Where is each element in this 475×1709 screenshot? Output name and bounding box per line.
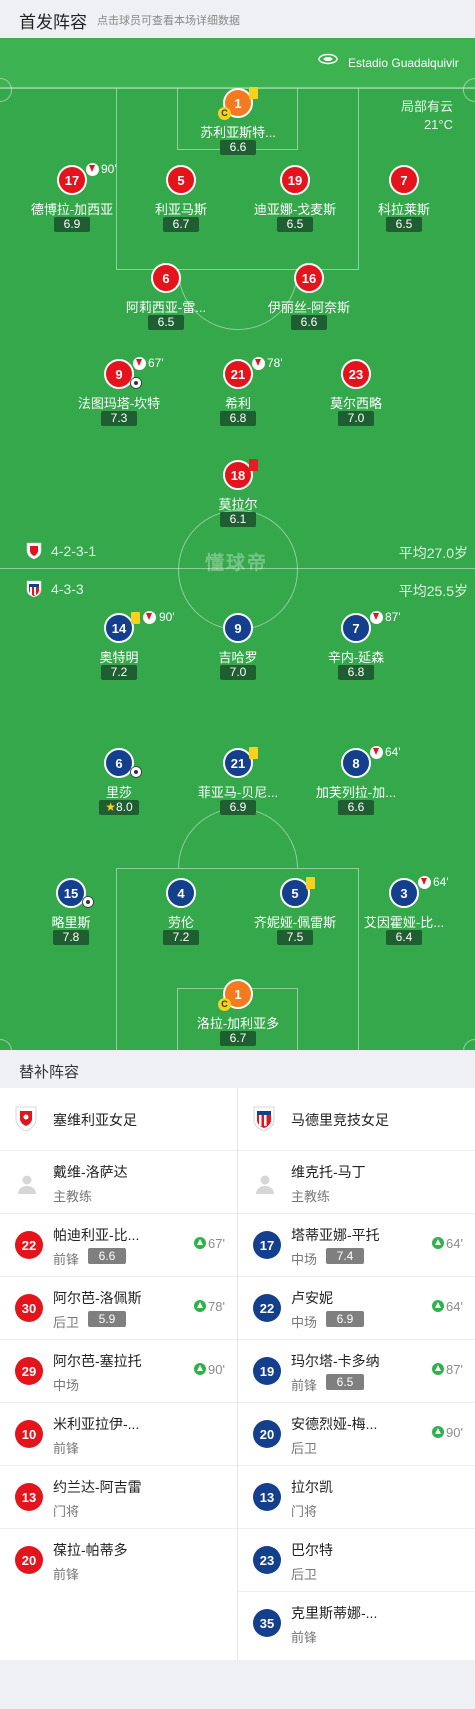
weather-temperature: 21°C [423,117,453,132]
player-home[interactable]: 5 利亚马斯 6.7 [126,165,236,235]
best-player-rating: ★8.0 [99,800,139,815]
sub-on-minute: 87' [432,1362,463,1377]
sub-on-icon [194,1237,207,1249]
yellow-card-icon [306,877,315,889]
player-away[interactable]: 7 87' 辛内-延森 6.8 [301,610,411,683]
sub-on-icon [432,1363,445,1375]
player-home[interactable]: 7 科拉莱斯 6.5 [349,165,459,235]
sub-on-icon [194,1363,207,1375]
sub-on-minute: 90' [432,1425,463,1440]
bench-player-away[interactable]: 22 卢安妮 中场 6.9 64' [238,1277,475,1340]
sub-on-minute: 78' [194,1299,225,1314]
sub-on-icon [432,1300,445,1312]
player-away[interactable]: 21 菲亚马-贝尼... 6.9 [183,747,293,818]
player-away[interactable]: 8 64' 加芙列拉-加... 6.6 [301,745,411,818]
section-hint: 点击球员可查看本场详细数据 [97,15,240,27]
sub-on-minute: 64' [432,1299,463,1314]
sub-off-icon [370,746,383,759]
stadium-bar: Estadio Guadalquivir [0,38,475,88]
bench-title: 替补阵容 [19,1064,80,1081]
atletico-crest-icon [253,1106,275,1132]
yellow-card-icon [131,612,140,624]
bench-player-away[interactable]: 20 安德烈娅-梅... 后卫 90' [238,1403,475,1466]
avatar-icon [256,1175,274,1194]
player-home[interactable]: 6 阿莉西亚-雷... 6.5 [111,263,221,333]
sub-off-icon [418,876,431,889]
home-average-age: 平均27.0岁 [398,545,468,561]
sub-off-icon [133,357,146,370]
avatar-icon [18,1175,36,1194]
red-card-icon [249,459,258,471]
star-icon: ★ [105,800,117,814]
player-away[interactable]: 15 略里斯 7.8 [16,878,126,948]
away-average-age: 平均25.5岁 [398,583,468,599]
sub-on-icon [432,1426,445,1438]
goal-ball-icon [130,377,142,389]
atletico-crest-icon [26,580,42,598]
bench-player-away[interactable]: 17 塔蒂亚娜-平托 中场 7.4 64' [238,1214,475,1277]
sub-on-icon [194,1300,207,1312]
weather-condition: 局部有云 [400,99,453,114]
sub-on-minute: 64' [432,1236,463,1251]
lineup-header: 首发阵容 点击球员可查看本场详细数据 [0,0,475,38]
sevilla-crest-icon [15,1106,37,1132]
player-away[interactable]: 9 吉哈罗 7.0 [183,613,293,683]
pitch: Estadio Guadalquivir 懂球帝 局部有云 21°C 4-2-3… [0,38,475,1050]
yellow-card-icon [249,87,258,99]
bench-player-home[interactable]: 10 米利亚拉伊-... 前锋 [0,1403,237,1466]
player-home[interactable]: 21 78' 希利 6.8 [183,356,293,429]
player-home[interactable]: 23 莫尔西略 7.0 [301,359,411,429]
sub-off-icon [86,163,99,176]
sub-on-minute: 67' [194,1236,225,1251]
player-away[interactable]: 3 64' 艾因霍娅-比... 6.4 [349,875,459,948]
goal-ball-icon [130,766,142,778]
home-team-header: 塞维利亚女足 [0,1088,237,1151]
sub-off-icon [143,611,156,624]
stadium-icon [318,53,338,65]
goal-ball-icon [82,896,94,908]
bench-header: 替补阵容 [0,1050,475,1088]
away-team-header: 马德里竞技女足 [238,1088,475,1151]
sub-on-icon [432,1237,445,1249]
bench-player-away[interactable]: 13 拉尔凯 门将 [238,1466,475,1529]
bench-player-home[interactable]: 30 阿尔芭-洛佩斯 后卫 5.9 78' [0,1277,237,1340]
sub-off-icon [252,357,265,370]
weather-info: 局部有云 21°C [401,98,453,134]
player-away[interactable]: 4 劳伦 7.2 [126,878,236,948]
bench-player-away[interactable]: 19 玛尔塔-卡多纳 前锋 6.5 87' [238,1340,475,1403]
sevilla-crest-icon [26,542,42,560]
player-home[interactable]: 18 莫拉尔 6.1 [183,459,293,530]
sub-on-minute: 90' [194,1362,225,1377]
player-home[interactable]: 16 伊丽丝-阿奈斯 6.6 [254,263,364,333]
player-away[interactable]: 14 90' 奥特明 7.2 [64,610,175,683]
captain-badge: C [218,107,231,120]
yellow-card-icon [249,747,258,759]
bench-player-away[interactable]: 23 巴尔特 后卫 [238,1529,475,1592]
captain-badge: C [218,998,231,1011]
bench-player-home[interactable]: 13 约兰达-阿吉雷 门将 [0,1466,237,1529]
section-title: 首发阵容 [19,13,87,32]
bench-player-home[interactable]: 29 阿尔芭-塞拉托 中场 90' [0,1340,237,1403]
player-home[interactable]: 9 67' 法图玛塔-坎特 7.3 [64,356,174,429]
sub-off-icon [370,611,383,624]
stadium-name: Estadio Guadalquivir [348,56,459,70]
home-coach[interactable]: 戴维-洛萨达 主教练 [0,1151,237,1214]
player-away-gk[interactable]: 1 C 洛拉-加利亚多 6.7 [183,979,293,1049]
player-away[interactable]: 6 里莎 ★8.0 [64,748,174,818]
bench-player-home[interactable]: 22 帕迪利亚-比... 前锋 6.6 67' [0,1214,237,1277]
bench-player-away[interactable]: 35 克里斯蒂娜-... 前锋 [238,1592,475,1655]
watermark: 懂球帝 [205,553,269,574]
bench-panel: 塞维利亚女足 戴维-洛萨达 主教练 22 帕迪利亚-比... 前锋 6.6 67… [0,1088,475,1660]
bench-player-home[interactable]: 20 葆拉-帕蒂多 前锋 [0,1529,237,1592]
player-home-gk[interactable]: 1 C 苏利亚斯特... 6.6 [183,87,293,158]
away-coach[interactable]: 维克托-马丁 主教练 [238,1151,475,1214]
